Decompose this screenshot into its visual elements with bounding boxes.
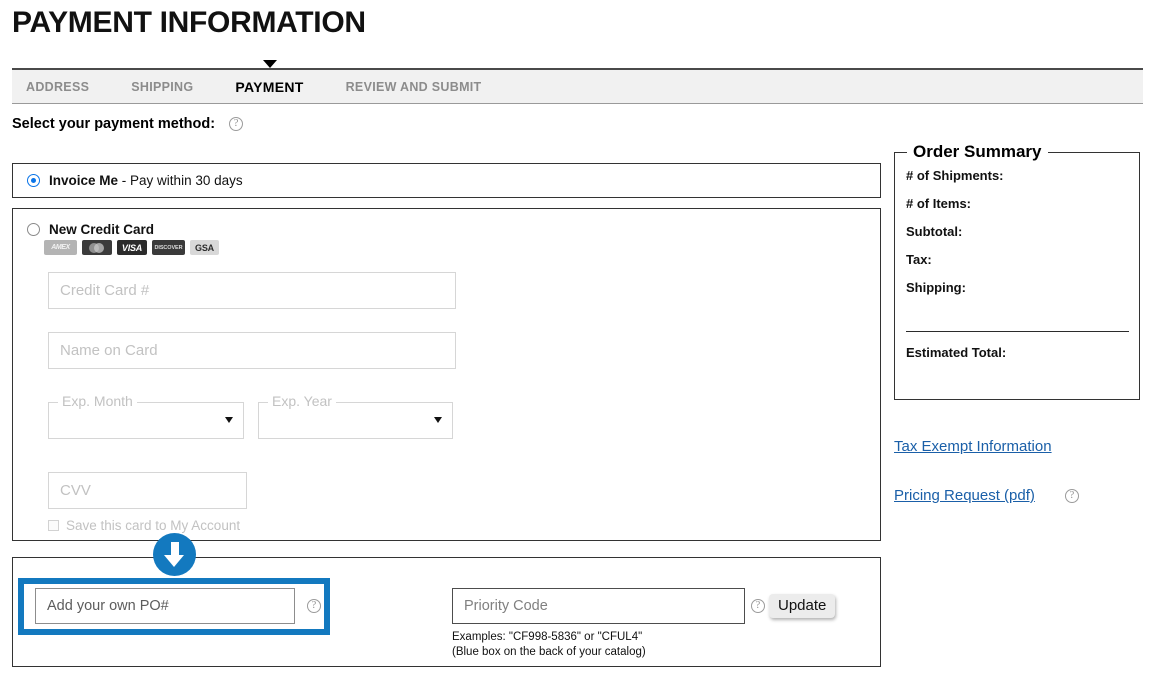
name-on-card-input[interactable]: Name on Card <box>48 332 456 369</box>
tax-exempt-information-link[interactable]: Tax Exempt Information <box>894 438 1052 455</box>
tab-payment[interactable]: PAYMENT <box>235 79 303 95</box>
summary-divider <box>906 331 1129 332</box>
visa-logo: VISA <box>117 240 147 255</box>
mastercard-logo <box>82 240 112 255</box>
help-circle-icon[interactable]: ? <box>229 117 244 131</box>
priority-code-input[interactable]: Priority Code <box>452 588 745 624</box>
help-circle-icon[interactable]: ? <box>307 599 321 613</box>
order-summary-title: Order Summary <box>907 142 1048 162</box>
summary-row-subtotal: Subtotal: <box>906 224 963 239</box>
invoice-me-label-bold: Invoice Me <box>49 173 119 188</box>
order-summary-panel: Order Summary # of Shipments: # of Items… <box>894 142 1140 400</box>
pricing-request-link[interactable]: Pricing Request (pdf) <box>894 487 1035 504</box>
new-credit-card-label: New Credit Card <box>49 222 155 237</box>
update-button[interactable]: Update <box>769 594 836 618</box>
summary-row-tax: Tax: <box>906 252 932 267</box>
help-circle-icon[interactable]: ? <box>751 599 765 613</box>
tab-review-and-submit[interactable]: REVIEW AND SUBMIT <box>346 80 482 94</box>
summary-row-shipments: # of Shipments: <box>906 168 1004 183</box>
select-payment-method-row: Select your payment method: ? <box>12 116 244 132</box>
summary-row-shipping: Shipping: <box>906 280 966 295</box>
discover-logo: DISCOVER <box>152 240 185 255</box>
amex-logo: AMEX <box>44 240 77 255</box>
tab-shipping[interactable]: SHIPPING <box>131 80 193 94</box>
priority-code-examples: Examples: "CF998-5836" or "CFUL4" (Blue … <box>452 630 646 660</box>
new-credit-card-option[interactable]: New Credit Card <box>27 222 154 237</box>
save-card-label: Save this card to My Account <box>66 518 241 533</box>
exp-year-label: Exp. Year <box>268 393 336 409</box>
save-card-checkbox[interactable] <box>48 520 59 531</box>
payment-option-invoice-panel[interactable]: Invoice Me - Pay within 30 days <box>12 163 881 198</box>
exp-month-label: Exp. Month <box>58 393 137 409</box>
select-payment-method-label: Select your payment method: <box>12 116 216 132</box>
po-number-input[interactable]: Add your own PO# <box>35 588 295 624</box>
down-arrow-icon <box>153 533 196 576</box>
chevron-down-icon <box>434 417 442 423</box>
page-title: PAYMENT INFORMATION <box>12 6 366 39</box>
exp-year-select[interactable]: Exp. Year <box>258 393 453 439</box>
invoice-me-label-rest: - Pay within 30 days <box>121 173 243 188</box>
credit-card-number-input[interactable]: Credit Card # <box>48 272 456 309</box>
summary-row-estimated-total: Estimated Total: <box>906 345 1007 360</box>
priority-examples-line1: Examples: "CF998-5836" or "CFUL4" <box>452 631 643 643</box>
arrow-head <box>164 555 184 567</box>
radio-invoice-me[interactable] <box>27 174 40 187</box>
chevron-down-icon <box>225 417 233 423</box>
priority-examples-line2: (Blue box on the back of your catalog) <box>452 646 646 658</box>
active-tab-pointer-icon <box>263 60 277 68</box>
checkout-tabbar: ADDRESS SHIPPING PAYMENT REVIEW AND SUBM… <box>12 68 1143 104</box>
cvv-input[interactable]: CVV <box>48 472 247 509</box>
exp-month-select[interactable]: Exp. Month <box>48 393 244 439</box>
tab-address[interactable]: ADDRESS <box>26 80 89 94</box>
summary-row-items: # of Items: <box>906 196 972 211</box>
radio-new-credit-card[interactable] <box>27 223 40 236</box>
help-circle-icon[interactable]: ? <box>1065 489 1079 503</box>
accepted-card-logos: AMEX VISA DISCOVER GSA <box>44 240 219 255</box>
save-card-row[interactable]: Save this card to My Account <box>48 518 240 533</box>
invoice-me-option[interactable]: Invoice Me - Pay within 30 days <box>27 173 243 188</box>
gsa-logo: GSA <box>190 240 219 255</box>
invoice-me-label: Invoice Me - Pay within 30 days <box>49 173 243 188</box>
